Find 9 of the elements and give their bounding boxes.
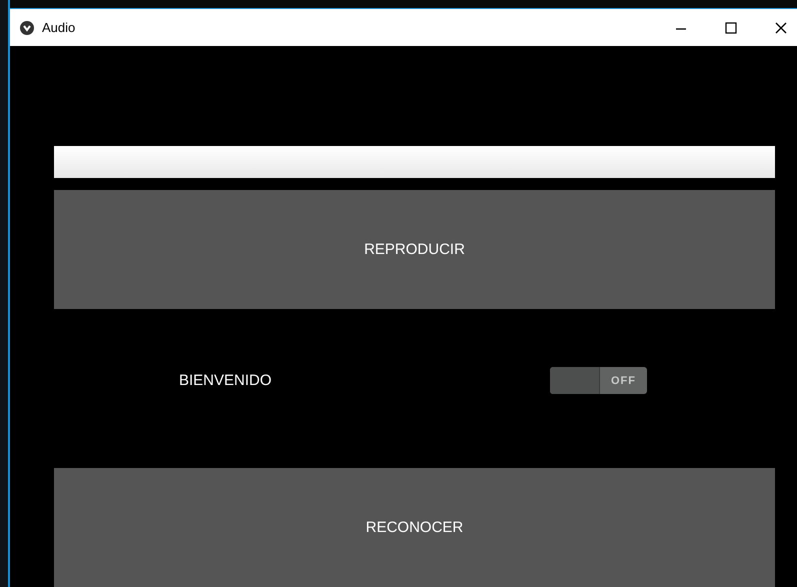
window-title: Audio (42, 20, 76, 35)
welcome-label: BIENVENIDO (179, 372, 272, 389)
recognize-button[interactable]: RECONOCER (54, 468, 775, 587)
play-button[interactable]: REPRODUCIR (54, 190, 775, 309)
maximize-icon[interactable] (725, 22, 737, 34)
close-icon[interactable] (775, 22, 787, 34)
app-logo-icon (20, 20, 34, 34)
toggle-switch[interactable]: OFF (550, 367, 647, 394)
text-field[interactable] (54, 146, 775, 178)
